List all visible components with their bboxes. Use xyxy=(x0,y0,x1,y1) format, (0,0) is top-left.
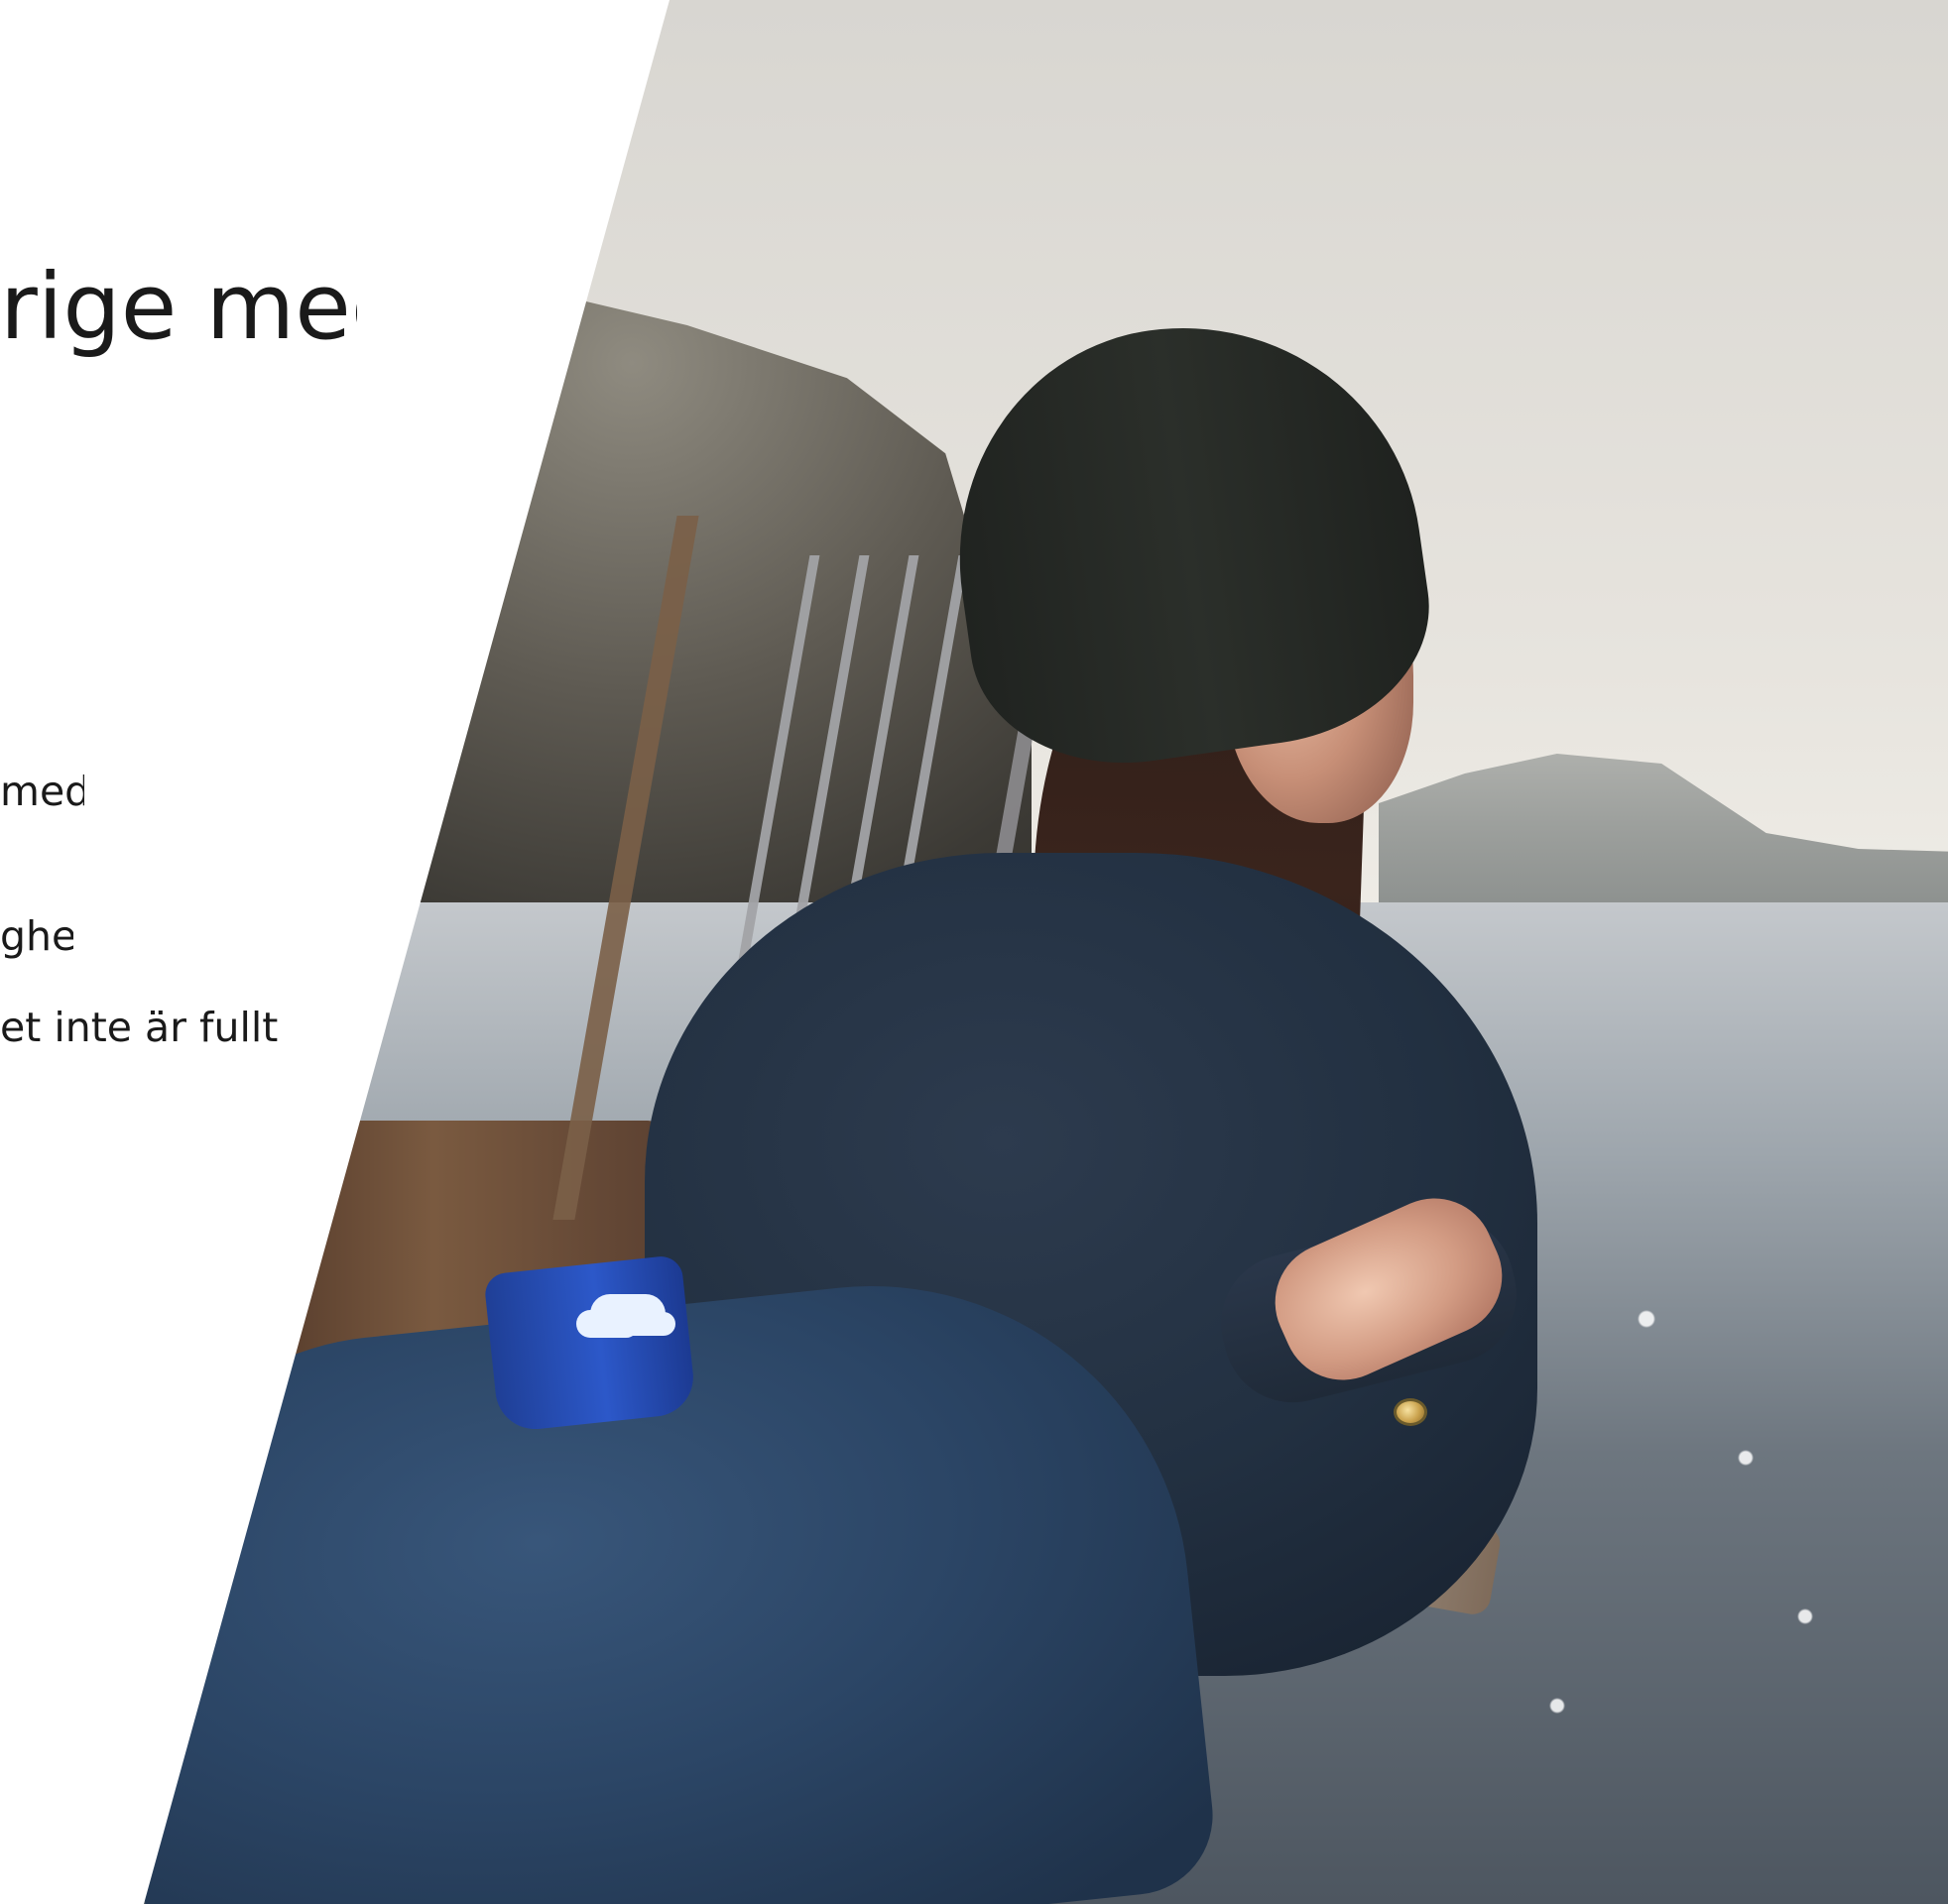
hero-heading: rige med xyxy=(0,254,357,360)
hero-text-line: med xyxy=(0,768,84,815)
person-ring xyxy=(1394,1398,1427,1426)
blue-cup xyxy=(483,1253,697,1434)
cup-cloud-print xyxy=(590,1294,666,1334)
hero-text-line: et inte är fullt xyxy=(0,1004,278,1051)
hero-text-line: ghet xyxy=(0,912,73,960)
